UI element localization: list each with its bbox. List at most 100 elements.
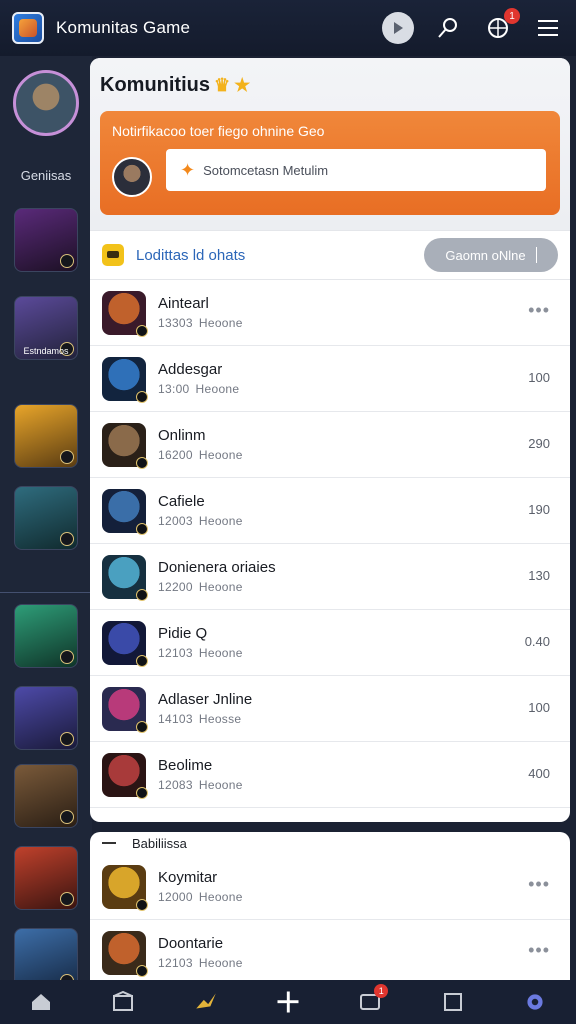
search-icon <box>438 18 457 38</box>
chat-time: 13303 <box>158 316 193 330</box>
chat-count: 0.40 <box>524 634 550 649</box>
chat-avatar <box>102 290 148 337</box>
chat-avatar <box>102 488 148 535</box>
panel-header: Komunitius ♛ ★ Notirfikacoo toer fiego o… <box>90 58 570 230</box>
avatar-badge-icon <box>136 964 148 977</box>
section-header: Babiliissa <box>90 832 570 854</box>
chat-row[interactable]: Aintearl 13303 Heoone ••• <box>90 280 570 346</box>
chat-row[interactable]: Pidie Q 12103 Heoone 0.40 <box>90 610 570 676</box>
chat-row[interactable]: Addesgar 13:00 Heoone 100 <box>90 346 570 412</box>
chat-row[interactable]: Cafiele 12003 Heoone 190 <box>90 478 570 544</box>
nav-home[interactable] <box>23 984 59 1020</box>
game-shortcut[interactable] <box>14 208 78 272</box>
chat-avatar <box>102 356 148 403</box>
game-shortcut[interactable] <box>14 764 78 828</box>
chat-icon <box>102 244 124 266</box>
panel-title-row: Komunitius ♛ ★ <box>100 74 560 97</box>
top-actions: 1 <box>382 8 564 44</box>
chat-text: Aintearl 13303 Heoone <box>158 295 243 330</box>
nav-add[interactable] <box>270 984 306 1020</box>
game-shortcut[interactable] <box>14 604 78 668</box>
chat-name: Cafiele <box>158 493 205 510</box>
chat-row[interactable]: Adlaser Jnline 14103 Heosse 100 <box>90 676 570 742</box>
chat-text: Doontarie 12103 Heoone <box>158 935 243 970</box>
chat-status: Heoone <box>198 890 243 904</box>
chat-subtitle: 13:00 Heoone <box>158 382 239 396</box>
gear-icon <box>527 994 543 1010</box>
chat-subtitle: 12200 Heoone <box>158 580 276 594</box>
chat-row[interactable]: Doontarie 12103 Heoone ••• <box>90 920 570 980</box>
chat-text: Beolime 12083 Heoone <box>158 757 243 792</box>
chat-status: Heoone <box>198 580 243 594</box>
chat-text: Cafiele 12003 Heoone <box>158 493 243 528</box>
notification-card[interactable]: Notirfikacoo toer fiego ohnine Geo ✦ Sot… <box>100 111 560 215</box>
section-label: Babiliissa <box>132 835 187 851</box>
trophy-icon: ♛ <box>214 75 231 95</box>
avatar-badge-icon <box>136 390 148 403</box>
notification-title: Notirfikacoo toer fiego ohnine Geo <box>112 123 325 139</box>
chat-name: Beolime <box>158 757 213 774</box>
game-shortcut[interactable]: Estndamos <box>14 296 78 360</box>
play-button[interactable] <box>382 12 414 44</box>
chat-subtitle: 12003 Heoone <box>158 514 243 528</box>
chat-count: 190 <box>528 502 550 517</box>
more-options-icon[interactable]: ••• <box>528 874 550 895</box>
avatar-badge-icon <box>136 324 148 337</box>
chat-status: Heoone <box>198 956 243 970</box>
app-title: Komunitas Game <box>56 18 191 37</box>
chat-text: Adlaser Jnline 14103 Heosse <box>158 691 252 726</box>
game-shortcut[interactable] <box>14 846 78 910</box>
chat-name: Koymitar <box>158 869 218 886</box>
bird-icon <box>195 993 216 1009</box>
profile-avatar[interactable] <box>13 70 79 136</box>
chat-time: 12200 <box>158 580 193 594</box>
game-badge-icon <box>60 450 74 464</box>
nav-settings[interactable] <box>517 984 553 1020</box>
chat-time: 14103 <box>158 712 193 726</box>
game-rail: Geniisas Estndamos <box>0 56 92 992</box>
chat-subtitle: 16200 Heoone <box>158 448 243 462</box>
star-icon: ★ <box>234 75 251 95</box>
chat-row[interactable]: Donienera oriaies 12200 Heoone 130 <box>90 544 570 610</box>
game-shortcut[interactable] <box>14 486 78 550</box>
chat-count: 100 <box>528 370 550 385</box>
chat-time: 12003 <box>158 514 193 528</box>
chat-text: Pidie Q 12103 Heoone <box>158 625 243 660</box>
chat-row[interactable]: Koymitar 12000 Heoone ••• <box>90 854 570 920</box>
nav-store[interactable] <box>105 984 141 1020</box>
chat-row[interactable]: Beolime 12083 Heoone 400 <box>90 742 570 808</box>
avatar-badge-icon <box>136 898 148 911</box>
chat-name: Pidie Q <box>158 625 208 642</box>
nav-library[interactable] <box>435 984 471 1020</box>
notification-input-text: Sotomcetasn Metulim <box>203 162 329 178</box>
chat-row[interactable]: Onlinm 16200 Heoone 290 <box>90 412 570 478</box>
game-badge-icon <box>60 532 74 546</box>
more-options-icon[interactable]: ••• <box>528 300 550 321</box>
chat-count: 130 <box>528 568 550 583</box>
bottom-nav: 1 <box>0 980 576 1024</box>
menu-button[interactable] <box>532 12 564 44</box>
rail-label: Geniisas <box>20 168 72 183</box>
menu-icon <box>538 20 558 36</box>
online-button[interactable]: Gaomn oNlne <box>424 238 558 272</box>
spark-icon: ✦ <box>180 159 196 180</box>
game-shortcut[interactable] <box>14 404 78 468</box>
avatar-badge-icon <box>136 522 148 535</box>
notification-input[interactable]: ✦ Sotomcetasn Metulim <box>166 149 546 191</box>
game-shortcut[interactable] <box>14 686 78 750</box>
chat-count: 290 <box>528 436 550 451</box>
nav-games[interactable] <box>188 984 224 1020</box>
notification-avatar <box>112 157 152 197</box>
chat-time: 12000 <box>158 890 193 904</box>
chat-name: Addesgar <box>158 361 223 378</box>
search-button[interactable] <box>432 12 464 44</box>
nav-messages[interactable]: 1 <box>352 984 389 1020</box>
notifications-button[interactable]: 1 <box>482 8 520 44</box>
chat-status: Heoone <box>198 448 243 462</box>
more-options-icon[interactable]: ••• <box>528 940 550 961</box>
game-badge-icon <box>60 810 74 824</box>
chat-status: Heoone <box>195 382 240 396</box>
game-badge-icon <box>60 650 74 664</box>
chat-subtitle: 12083 Heoone <box>158 778 243 792</box>
store-icon <box>113 990 134 1011</box>
